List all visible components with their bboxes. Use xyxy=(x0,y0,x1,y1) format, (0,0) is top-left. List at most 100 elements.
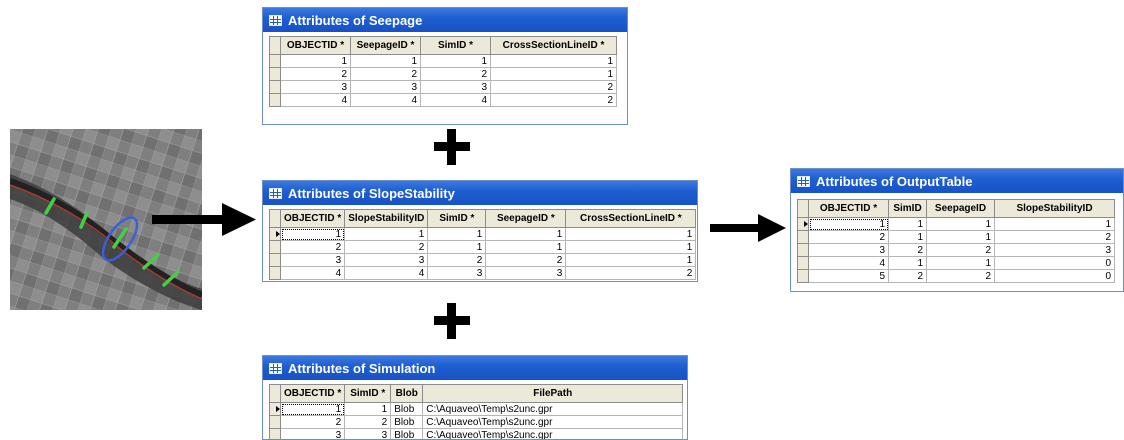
cell[interactable]: 1 xyxy=(490,54,617,68)
cell[interactable]: 0 xyxy=(994,256,1115,270)
cell[interactable]: 1 xyxy=(420,54,491,68)
table-row[interactable]: 3 3 2 2 1 xyxy=(269,253,697,267)
table-row[interactable]: 2 2 Blob C:\Aquaveo\Temp\s2unc.gpr xyxy=(269,415,684,429)
column-header[interactable]: SeepageID xyxy=(926,199,995,218)
titlebar-output-table[interactable]: Attributes of OutputTable xyxy=(791,169,1123,193)
cell[interactable]: 1 xyxy=(565,253,697,267)
cell[interactable]: 2 xyxy=(490,93,617,107)
cell[interactable]: 1 xyxy=(344,402,392,416)
cell[interactable]: 3 xyxy=(344,253,429,267)
cell[interactable]: 2 xyxy=(994,230,1115,244)
cell[interactable]: 4 xyxy=(280,93,351,107)
cell[interactable]: 1 xyxy=(888,217,927,231)
cell[interactable]: 1 xyxy=(280,54,351,68)
titlebar-seepage[interactable]: Attributes of Seepage xyxy=(263,8,627,32)
row-selector[interactable] xyxy=(269,227,281,241)
cell[interactable]: 2 xyxy=(279,240,346,254)
row-selector[interactable] xyxy=(269,428,281,439)
row-selector[interactable] xyxy=(797,217,809,231)
row-selector[interactable] xyxy=(269,415,281,429)
column-header[interactable]: SimID xyxy=(888,199,927,218)
column-header[interactable]: SlopeStabilityID xyxy=(994,199,1115,218)
cell[interactable]: 1 xyxy=(485,227,567,241)
cell[interactable]: 5 xyxy=(808,269,889,283)
table-row[interactable]: 2 1 1 2 xyxy=(797,230,1115,244)
row-selector[interactable] xyxy=(269,80,281,94)
cell[interactable]: 3 xyxy=(994,243,1115,257)
cell[interactable]: C:\Aquaveo\Temp\s2unc.gpr xyxy=(422,402,684,416)
cell[interactable]: 2 xyxy=(926,243,995,257)
column-header[interactable]: OBJECTID * xyxy=(279,209,346,228)
cell[interactable]: 1 xyxy=(490,67,617,81)
cell[interactable]: Blob xyxy=(390,415,424,429)
cell[interactable]: 3 xyxy=(280,80,351,94)
column-header[interactable]: Blob xyxy=(390,384,424,403)
cell[interactable]: 4 xyxy=(279,266,346,280)
cell[interactable]: 2 xyxy=(279,415,346,429)
cell[interactable]: 4 xyxy=(350,93,421,107)
cell[interactable]: 2 xyxy=(926,269,995,283)
row-selector-header[interactable] xyxy=(797,199,809,218)
row-selector[interactable] xyxy=(797,230,809,244)
row-selector[interactable] xyxy=(269,93,281,107)
cell[interactable]: 4 xyxy=(420,93,491,107)
cell[interactable]: 2 xyxy=(350,67,421,81)
cell[interactable]: 1 xyxy=(888,256,927,270)
column-header[interactable]: OBJECTID * xyxy=(808,199,889,218)
cell[interactable]: 2 xyxy=(808,230,889,244)
cell[interactable]: 2 xyxy=(485,253,567,267)
cell[interactable]: 0 xyxy=(994,269,1115,283)
table-row[interactable]: 3 3 3 2 xyxy=(269,80,617,94)
column-header[interactable]: CrossSectionLineID * xyxy=(490,36,617,55)
table-row[interactable]: 4 4 3 3 2 xyxy=(269,266,697,280)
cell[interactable]: 3 xyxy=(427,266,487,280)
cell[interactable]: 3 xyxy=(485,266,567,280)
cell[interactable]: 2 xyxy=(344,240,429,254)
cell[interactable]: Blob xyxy=(390,428,424,439)
row-selector-header[interactable] xyxy=(269,209,281,228)
row-selector[interactable] xyxy=(269,67,281,81)
table-row[interactable]: 3 3 Blob C:\Aquaveo\Temp\s2unc.gpr xyxy=(269,428,684,439)
column-header[interactable]: SimID * xyxy=(420,36,491,55)
cell[interactable]: 1 xyxy=(279,227,346,241)
column-header[interactable]: SeepageID * xyxy=(350,36,421,55)
cell[interactable]: 3 xyxy=(344,428,392,439)
cell[interactable]: 2 xyxy=(344,415,392,429)
column-header[interactable]: SeepageID * xyxy=(485,209,567,228)
cell[interactable]: 2 xyxy=(888,269,927,283)
cell[interactable]: 1 xyxy=(926,256,995,270)
cell[interactable]: 2 xyxy=(280,67,351,81)
row-selector[interactable] xyxy=(797,243,809,257)
row-selector-header[interactable] xyxy=(269,36,281,55)
cell[interactable]: 3 xyxy=(279,253,346,267)
column-header[interactable]: SimID * xyxy=(344,384,392,403)
table-row[interactable]: 4 1 1 0 xyxy=(797,256,1115,270)
cell[interactable]: 1 xyxy=(888,230,927,244)
row-selector[interactable] xyxy=(797,269,809,283)
table-row[interactable]: 2 2 1 1 1 xyxy=(269,240,697,254)
table-row[interactable]: 1 1 1 1 xyxy=(797,217,1115,231)
table-row[interactable]: 1 1 Blob C:\Aquaveo\Temp\s2unc.gpr xyxy=(269,402,684,416)
table-row[interactable]: 1 1 1 1 1 xyxy=(269,227,697,241)
cell[interactable]: 2 xyxy=(420,67,491,81)
cell[interactable]: 2 xyxy=(888,243,927,257)
cell[interactable]: 3 xyxy=(350,80,421,94)
cell[interactable]: C:\Aquaveo\Temp\s2unc.gpr xyxy=(422,428,684,439)
column-header[interactable]: OBJECTID * xyxy=(279,384,346,403)
row-selector[interactable] xyxy=(269,54,281,68)
column-header[interactable]: SimID * xyxy=(427,209,487,228)
cell[interactable]: 3 xyxy=(279,428,346,439)
cell[interactable]: 2 xyxy=(490,80,617,94)
cell[interactable]: 4 xyxy=(344,266,429,280)
cell[interactable]: 1 xyxy=(926,217,995,231)
column-header[interactable]: CrossSectionLineID * xyxy=(565,209,697,228)
table-row[interactable]: 5 2 2 0 xyxy=(797,269,1115,283)
table-row[interactable]: 4 4 4 2 xyxy=(269,93,617,107)
cell[interactable]: 2 xyxy=(427,253,487,267)
cell[interactable]: 1 xyxy=(485,240,567,254)
cell[interactable]: 1 xyxy=(279,402,346,416)
cell[interactable]: 4 xyxy=(808,256,889,270)
cell[interactable]: 3 xyxy=(420,80,491,94)
column-header[interactable]: SlopeStabilityID xyxy=(344,209,429,228)
column-header[interactable]: FilePath xyxy=(422,384,684,403)
